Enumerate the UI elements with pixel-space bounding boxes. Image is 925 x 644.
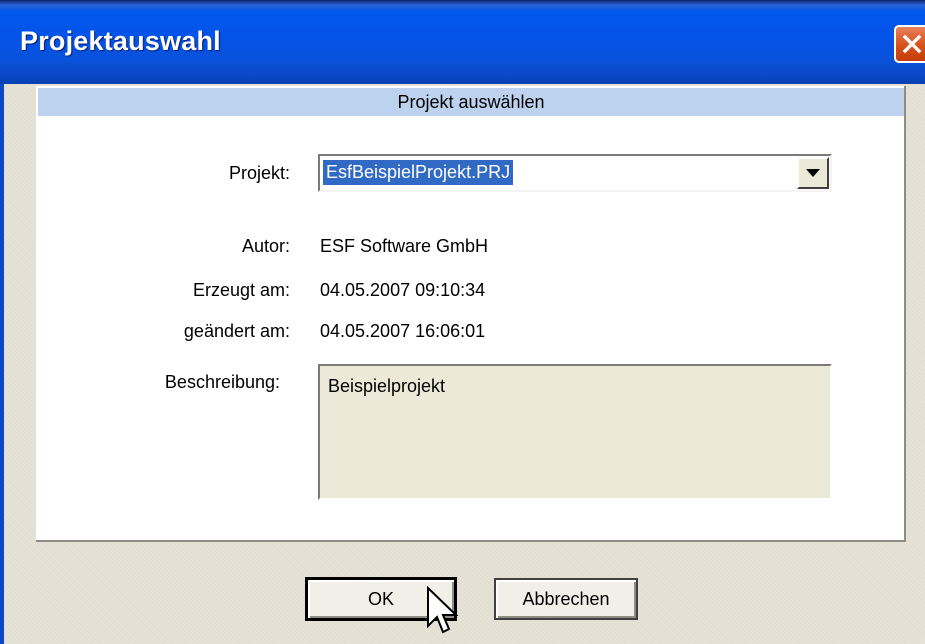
title-bar[interactable]: Projektauswahl [0,0,925,84]
cancel-button[interactable]: Abbrechen [494,578,638,620]
panel-header: Projekt auswählen [38,88,904,116]
close-icon [902,34,922,54]
close-button[interactable] [894,25,925,63]
mouse-pointer-icon [427,586,459,634]
project-select[interactable]: EsfBeispielProjekt.PRJ [318,154,832,192]
project-select-dropdown-button[interactable] [797,157,829,189]
created-label: Erzeugt am: [192,280,290,300]
description-label: Beschreibung: [164,372,280,392]
chevron-down-icon [806,169,820,177]
window-title: Projektauswahl [20,26,221,56]
project-label: Projekt: [228,163,290,183]
description-field: Beispielprojekt [318,364,832,500]
project-select-value[interactable]: EsfBeispielProjekt.PRJ [323,160,514,185]
modified-value: 04.05.2007 16:06:01 [320,321,486,341]
author-label: Autor: [241,236,290,256]
created-value: 04.05.2007 09:10:34 [320,280,486,300]
modified-label: geändert am: [183,321,290,341]
description-value: Beispielprojekt [328,376,446,396]
dialog-window: Projektauswahl Projekt auswählen Projekt… [0,0,925,644]
author-value: ESF Software GmbH [320,236,489,256]
panel-header-title: Projekt auswählen [397,92,545,112]
